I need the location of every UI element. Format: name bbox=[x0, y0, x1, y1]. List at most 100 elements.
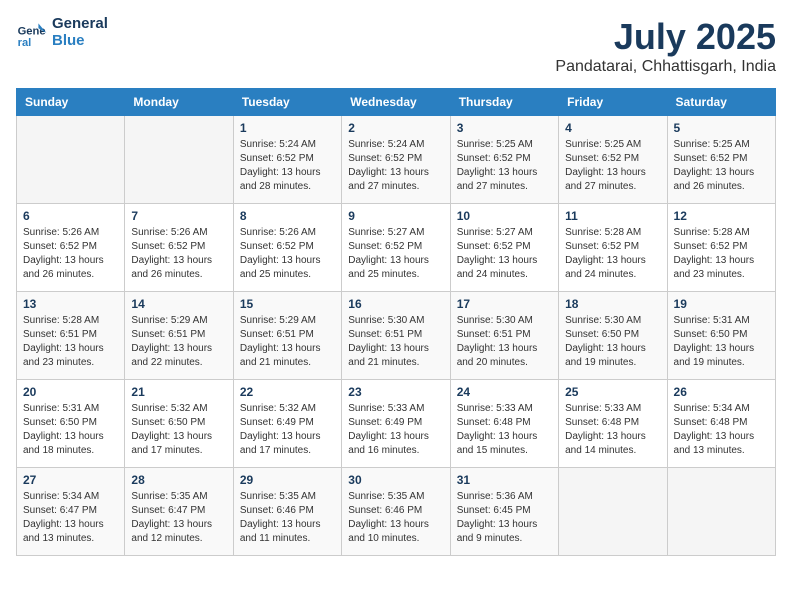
day-info: Sunrise: 5:33 AMSunset: 6:49 PMDaylight:… bbox=[348, 402, 443, 458]
day-info: Sunrise: 5:32 AMSunset: 6:49 PMDaylight:… bbox=[240, 402, 335, 458]
day-number: 18 bbox=[565, 297, 660, 311]
day-info: Sunrise: 5:28 AMSunset: 6:52 PMDaylight:… bbox=[674, 226, 769, 282]
calendar-cell: 18 Sunrise: 5:30 AMSunset: 6:50 PMDayligh… bbox=[559, 292, 667, 380]
week-row-3: 13 Sunrise: 5:28 AMSunset: 6:51 PMDayligh… bbox=[17, 292, 776, 380]
weekday-header-row: SundayMondayTuesdayWednesdayThursdayFrid… bbox=[17, 89, 776, 116]
day-info: Sunrise: 5:25 AMSunset: 6:52 PMDaylight:… bbox=[674, 138, 769, 194]
day-number: 21 bbox=[131, 385, 226, 399]
day-number: 17 bbox=[457, 297, 552, 311]
calendar-cell: 25 Sunrise: 5:33 AMSunset: 6:48 PMDayligh… bbox=[559, 380, 667, 468]
day-number: 19 bbox=[674, 297, 769, 311]
day-number: 1 bbox=[240, 121, 335, 135]
day-number: 2 bbox=[348, 121, 443, 135]
day-info: Sunrise: 5:29 AMSunset: 6:51 PMDaylight:… bbox=[131, 314, 226, 370]
day-number: 9 bbox=[348, 209, 443, 223]
calendar-cell: 29 Sunrise: 5:35 AMSunset: 6:46 PMDayligh… bbox=[233, 468, 341, 556]
calendar-cell: 1 Sunrise: 5:24 AMSunset: 6:52 PMDaylight… bbox=[233, 116, 341, 204]
calendar-cell: 20 Sunrise: 5:31 AMSunset: 6:50 PMDayligh… bbox=[17, 380, 125, 468]
day-info: Sunrise: 5:30 AMSunset: 6:50 PMDaylight:… bbox=[565, 314, 660, 370]
day-info: Sunrise: 5:29 AMSunset: 6:51 PMDaylight:… bbox=[240, 314, 335, 370]
calendar-cell: 31 Sunrise: 5:36 AMSunset: 6:45 PMDayligh… bbox=[450, 468, 558, 556]
day-info: Sunrise: 5:33 AMSunset: 6:48 PMDaylight:… bbox=[565, 402, 660, 458]
logo-text-line2: Blue bbox=[52, 33, 108, 50]
calendar-cell: 22 Sunrise: 5:32 AMSunset: 6:49 PMDayligh… bbox=[233, 380, 341, 468]
page-subtitle: Pandatarai, Chhattisgarh, India bbox=[555, 58, 776, 76]
day-number: 10 bbox=[457, 209, 552, 223]
day-info: Sunrise: 5:32 AMSunset: 6:50 PMDaylight:… bbox=[131, 402, 226, 458]
day-info: Sunrise: 5:26 AMSunset: 6:52 PMDaylight:… bbox=[23, 226, 118, 282]
day-number: 8 bbox=[240, 209, 335, 223]
calendar-cell: 11Sunrise: 5:28 AMSunset: 6:52 PMDayligh… bbox=[559, 204, 667, 292]
day-number: 26 bbox=[674, 385, 769, 399]
calendar-cell: 16 Sunrise: 5:30 AMSunset: 6:51 PMDayligh… bbox=[342, 292, 450, 380]
calendar-cell bbox=[559, 468, 667, 556]
day-info: Sunrise: 5:28 AMSunset: 6:52 PMDaylight:… bbox=[565, 226, 660, 282]
calendar-cell: 23 Sunrise: 5:33 AMSunset: 6:49 PMDayligh… bbox=[342, 380, 450, 468]
day-number: 4 bbox=[565, 121, 660, 135]
calendar-cell: 7Sunrise: 5:26 AMSunset: 6:52 PMDaylight… bbox=[125, 204, 233, 292]
day-info: Sunrise: 5:33 AMSunset: 6:48 PMDaylight:… bbox=[457, 402, 552, 458]
day-number: 30 bbox=[348, 473, 443, 487]
day-number: 20 bbox=[23, 385, 118, 399]
day-info: Sunrise: 5:24 AMSunset: 6:52 PMDaylight:… bbox=[348, 138, 443, 194]
calendar-cell: 3Sunrise: 5:25 AMSunset: 6:52 PMDaylight… bbox=[450, 116, 558, 204]
day-info: Sunrise: 5:26 AMSunset: 6:52 PMDaylight:… bbox=[131, 226, 226, 282]
day-info: Sunrise: 5:31 AMSunset: 6:50 PMDaylight:… bbox=[23, 402, 118, 458]
week-row-1: 1 Sunrise: 5:24 AMSunset: 6:52 PMDaylight… bbox=[17, 116, 776, 204]
calendar-cell: 4Sunrise: 5:25 AMSunset: 6:52 PMDaylight… bbox=[559, 116, 667, 204]
calendar-cell: 15 Sunrise: 5:29 AMSunset: 6:51 PMDayligh… bbox=[233, 292, 341, 380]
day-number: 23 bbox=[348, 385, 443, 399]
day-info: Sunrise: 5:24 AMSunset: 6:52 PMDaylight:… bbox=[240, 138, 335, 194]
calendar-cell: 24 Sunrise: 5:33 AMSunset: 6:48 PMDayligh… bbox=[450, 380, 558, 468]
calendar-cell bbox=[667, 468, 775, 556]
day-number: 25 bbox=[565, 385, 660, 399]
calendar-table: SundayMondayTuesdayWednesdayThursdayFrid… bbox=[16, 88, 776, 556]
calendar-cell: 26Sunrise: 5:34 AMSunset: 6:48 PMDayligh… bbox=[667, 380, 775, 468]
day-number: 29 bbox=[240, 473, 335, 487]
day-info: Sunrise: 5:35 AMSunset: 6:47 PMDaylight:… bbox=[131, 490, 226, 546]
day-number: 15 bbox=[240, 297, 335, 311]
day-number: 16 bbox=[348, 297, 443, 311]
week-row-4: 20 Sunrise: 5:31 AMSunset: 6:50 PMDayligh… bbox=[17, 380, 776, 468]
calendar-cell: 21 Sunrise: 5:32 AMSunset: 6:50 PMDayligh… bbox=[125, 380, 233, 468]
day-number: 12 bbox=[674, 209, 769, 223]
calendar-cell: 17 Sunrise: 5:30 AMSunset: 6:51 PMDayligh… bbox=[450, 292, 558, 380]
weekday-header-saturday: Saturday bbox=[667, 89, 775, 116]
day-info: Sunrise: 5:36 AMSunset: 6:45 PMDaylight:… bbox=[457, 490, 552, 546]
day-info: Sunrise: 5:35 AMSunset: 6:46 PMDaylight:… bbox=[240, 490, 335, 546]
day-number: 24 bbox=[457, 385, 552, 399]
day-number: 31 bbox=[457, 473, 552, 487]
calendar-cell: 5 Sunrise: 5:25 AMSunset: 6:52 PMDaylight… bbox=[667, 116, 775, 204]
weekday-header-tuesday: Tuesday bbox=[233, 89, 341, 116]
day-info: Sunrise: 5:34 AMSunset: 6:47 PMDaylight:… bbox=[23, 490, 118, 546]
calendar-cell: 14Sunrise: 5:29 AMSunset: 6:51 PMDayligh… bbox=[125, 292, 233, 380]
calendar-cell: 30 Sunrise: 5:35 AMSunset: 6:46 PMDayligh… bbox=[342, 468, 450, 556]
day-info: Sunrise: 5:30 AMSunset: 6:51 PMDaylight:… bbox=[348, 314, 443, 370]
day-info: Sunrise: 5:30 AMSunset: 6:51 PMDaylight:… bbox=[457, 314, 552, 370]
day-info: Sunrise: 5:28 AMSunset: 6:51 PMDaylight:… bbox=[23, 314, 118, 370]
calendar-cell: 27 Sunrise: 5:34 AMSunset: 6:47 PMDayligh… bbox=[17, 468, 125, 556]
logo-text-line1: General bbox=[52, 16, 108, 33]
day-number: 27 bbox=[23, 473, 118, 487]
weekday-header-thursday: Thursday bbox=[450, 89, 558, 116]
day-number: 5 bbox=[674, 121, 769, 135]
day-number: 13 bbox=[23, 297, 118, 311]
day-info: Sunrise: 5:31 AMSunset: 6:50 PMDaylight:… bbox=[674, 314, 769, 370]
weekday-header-wednesday: Wednesday bbox=[342, 89, 450, 116]
svg-text:ral: ral bbox=[18, 36, 32, 48]
day-info: Sunrise: 5:27 AMSunset: 6:52 PMDaylight:… bbox=[457, 226, 552, 282]
calendar-cell: 13 Sunrise: 5:28 AMSunset: 6:51 PMDayligh… bbox=[17, 292, 125, 380]
day-info: Sunrise: 5:27 AMSunset: 6:52 PMDaylight:… bbox=[348, 226, 443, 282]
week-row-2: 6Sunrise: 5:26 AMSunset: 6:52 PMDaylight… bbox=[17, 204, 776, 292]
day-info: Sunrise: 5:35 AMSunset: 6:46 PMDaylight:… bbox=[348, 490, 443, 546]
calendar-cell: 10 Sunrise: 5:27 AMSunset: 6:52 PMDayligh… bbox=[450, 204, 558, 292]
logo: Gene ral General Blue bbox=[16, 16, 108, 49]
calendar-cell: 28Sunrise: 5:35 AMSunset: 6:47 PMDayligh… bbox=[125, 468, 233, 556]
calendar-cell: 6Sunrise: 5:26 AMSunset: 6:52 PMDaylight… bbox=[17, 204, 125, 292]
page-header: Gene ral General Blue July 2025 Pandatar… bbox=[16, 16, 776, 76]
calendar-cell bbox=[125, 116, 233, 204]
day-number: 22 bbox=[240, 385, 335, 399]
calendar-cell: 2 Sunrise: 5:24 AMSunset: 6:52 PMDaylight… bbox=[342, 116, 450, 204]
page-title: July 2025 bbox=[555, 16, 776, 58]
calendar-cell: 9 Sunrise: 5:27 AMSunset: 6:52 PMDaylight… bbox=[342, 204, 450, 292]
